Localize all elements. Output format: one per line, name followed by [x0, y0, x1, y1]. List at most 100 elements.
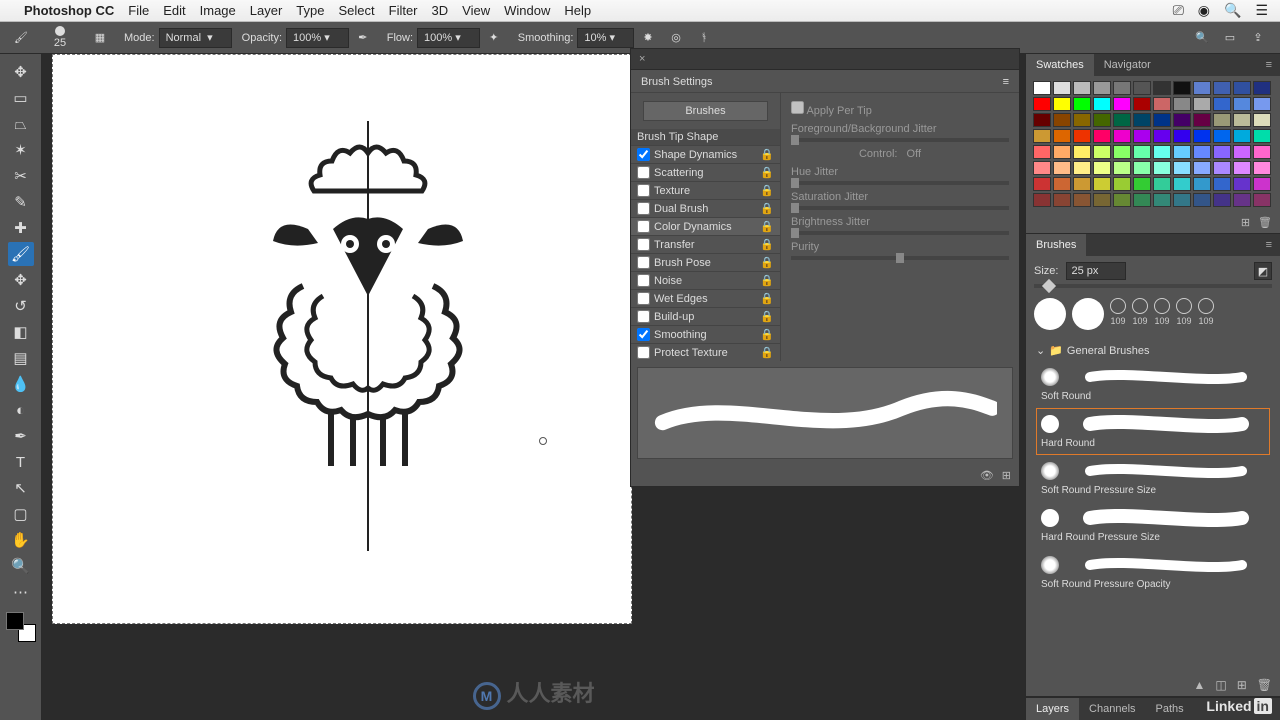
panel-menu-icon[interactable]: ≡ — [1003, 76, 1009, 88]
swatch[interactable] — [1133, 177, 1151, 191]
zoom-tool-icon[interactable]: 🔍 — [8, 554, 34, 578]
swatch[interactable] — [1153, 145, 1171, 159]
brush-tool-icon[interactable]: 🖌 — [8, 242, 34, 266]
swatch[interactable] — [1093, 113, 1111, 127]
bs-item-dual-brush[interactable]: Dual Brush🔒 — [631, 199, 780, 217]
lock-icon[interactable]: 🔒 — [760, 220, 774, 233]
foreground-color-swatch[interactable] — [6, 612, 24, 630]
swatch[interactable] — [1213, 129, 1231, 143]
swatch[interactable] — [1053, 129, 1071, 143]
swatch[interactable] — [1133, 129, 1151, 143]
brush-preset[interactable]: 109 — [1176, 298, 1192, 332]
swatch[interactable] — [1053, 177, 1071, 191]
swatch[interactable] — [1153, 97, 1171, 111]
menu-filter[interactable]: Filter — [389, 3, 418, 18]
swatch[interactable] — [1173, 97, 1191, 111]
smoothing-input[interactable]: 10% ▾ — [577, 28, 634, 48]
swatch[interactable] — [1233, 161, 1251, 175]
eyedropper-tool-icon[interactable]: ✎ — [8, 190, 34, 214]
tool-indicator-brush-icon[interactable]: 🖌 — [8, 25, 34, 51]
swatch[interactable] — [1113, 161, 1131, 175]
swatch[interactable] — [1093, 129, 1111, 143]
swatch[interactable] — [1213, 113, 1231, 127]
new-swatch-icon[interactable]: ⊞ — [1241, 216, 1250, 229]
swatch[interactable] — [1173, 177, 1191, 191]
new-preset-icon[interactable]: ⊞ — [1002, 469, 1011, 482]
menu-window[interactable]: Window — [504, 3, 550, 18]
swatch[interactable] — [1153, 113, 1171, 127]
search-icon[interactable]: 🔍 — [1224, 2, 1241, 19]
swatch[interactable] — [1053, 161, 1071, 175]
bs-item-noise[interactable]: Noise🔒 — [631, 271, 780, 289]
crop-tool-icon[interactable]: ✂ — [8, 164, 34, 188]
swatch[interactable] — [1153, 81, 1171, 95]
saturation-jitter-slider[interactable] — [791, 206, 1009, 210]
swatch[interactable] — [1193, 177, 1211, 191]
hue-jitter-slider[interactable] — [791, 181, 1009, 185]
tab-brushes[interactable]: Brushes — [1026, 234, 1086, 256]
swatch[interactable] — [1113, 81, 1131, 95]
size-slider[interactable] — [1034, 284, 1272, 288]
brush-preset[interactable]: 109 — [1198, 298, 1214, 332]
swatch[interactable] — [1113, 129, 1131, 143]
swatch[interactable] — [1093, 97, 1111, 111]
hand-tool-icon[interactable]: ✋ — [8, 528, 34, 552]
swatch[interactable] — [1053, 193, 1071, 207]
swatch[interactable] — [1073, 97, 1091, 111]
lock-icon[interactable]: 🔒 — [760, 166, 774, 179]
brush-item-soft-round-pressure-opacity[interactable]: Soft Round Pressure Opacity — [1036, 549, 1270, 596]
swatch[interactable] — [1073, 145, 1091, 159]
brush-item-hard-round[interactable]: Hard Round — [1036, 408, 1270, 455]
collapse-icon[interactable]: ▲ — [1193, 678, 1205, 692]
brush-item-soft-round-pressure-size[interactable]: Soft Round Pressure Size — [1036, 455, 1270, 502]
swatch[interactable] — [1233, 145, 1251, 159]
type-tool-icon[interactable]: T — [8, 450, 34, 474]
menu-image[interactable]: Image — [200, 3, 236, 18]
bs-item-brush-tip-shape[interactable]: Brush Tip Shape — [631, 129, 780, 145]
swatch[interactable] — [1213, 193, 1231, 207]
swatch[interactable] — [1053, 97, 1071, 111]
lock-icon[interactable]: 🔒 — [760, 238, 774, 251]
swatch[interactable] — [1033, 145, 1051, 159]
menu-3d[interactable]: 3D — [432, 3, 449, 18]
healing-tool-icon[interactable]: ✚ — [8, 216, 34, 240]
folder-general-brushes[interactable]: ⌄ 📁 General Brushes — [1036, 344, 1270, 357]
lock-icon[interactable]: 🔒 — [760, 310, 774, 323]
brushes-button[interactable]: Brushes — [643, 101, 768, 121]
swatch[interactable] — [1153, 193, 1171, 207]
live-tip-preview-icon[interactable]: ◫ — [1215, 678, 1226, 692]
swatch[interactable] — [1113, 177, 1131, 191]
swatch[interactable] — [1233, 193, 1251, 207]
flow-input[interactable]: 100% ▾ — [417, 28, 480, 48]
menu-layer[interactable]: Layer — [250, 3, 283, 18]
bs-item-transfer[interactable]: Transfer🔒 — [631, 235, 780, 253]
swatch[interactable] — [1173, 129, 1191, 143]
delete-swatch-icon[interactable]: 🗑 — [1258, 216, 1272, 229]
canvas[interactable] — [52, 54, 632, 624]
bs-item-smoothing[interactable]: Smoothing🔒 — [631, 325, 780, 343]
swatch[interactable] — [1253, 177, 1271, 191]
tab-navigator[interactable]: Navigator — [1094, 54, 1161, 76]
rectangle-tool-icon[interactable]: ▢ — [8, 502, 34, 526]
search-icon[interactable]: 🔍 — [1191, 27, 1213, 49]
swatch[interactable] — [1253, 161, 1271, 175]
swatch[interactable] — [1253, 193, 1271, 207]
swatch[interactable] — [1193, 161, 1211, 175]
swatch[interactable] — [1033, 193, 1051, 207]
pressure-size-icon[interactable]: ◎ — [665, 27, 687, 49]
swatch[interactable] — [1193, 97, 1211, 111]
quick-select-tool-icon[interactable]: ✶ — [8, 138, 34, 162]
brush-size-preview[interactable]: 25 — [38, 26, 82, 49]
color-swatches[interactable] — [6, 612, 36, 642]
swatch[interactable] — [1173, 145, 1191, 159]
control-select[interactable]: Off — [901, 147, 941, 161]
brush-preset[interactable]: 109 — [1154, 298, 1170, 332]
brush-item-soft-round[interactable]: Soft Round — [1036, 361, 1270, 408]
pen-tool-icon[interactable]: ✒ — [8, 424, 34, 448]
symmetry-icon[interactable]: ᚬ — [693, 27, 715, 49]
menu-type[interactable]: Type — [296, 3, 324, 18]
swatch[interactable] — [1153, 129, 1171, 143]
swatch[interactable] — [1173, 113, 1191, 127]
swatch[interactable] — [1073, 161, 1091, 175]
cloud-icon[interactable]: ◉ — [1198, 2, 1210, 19]
